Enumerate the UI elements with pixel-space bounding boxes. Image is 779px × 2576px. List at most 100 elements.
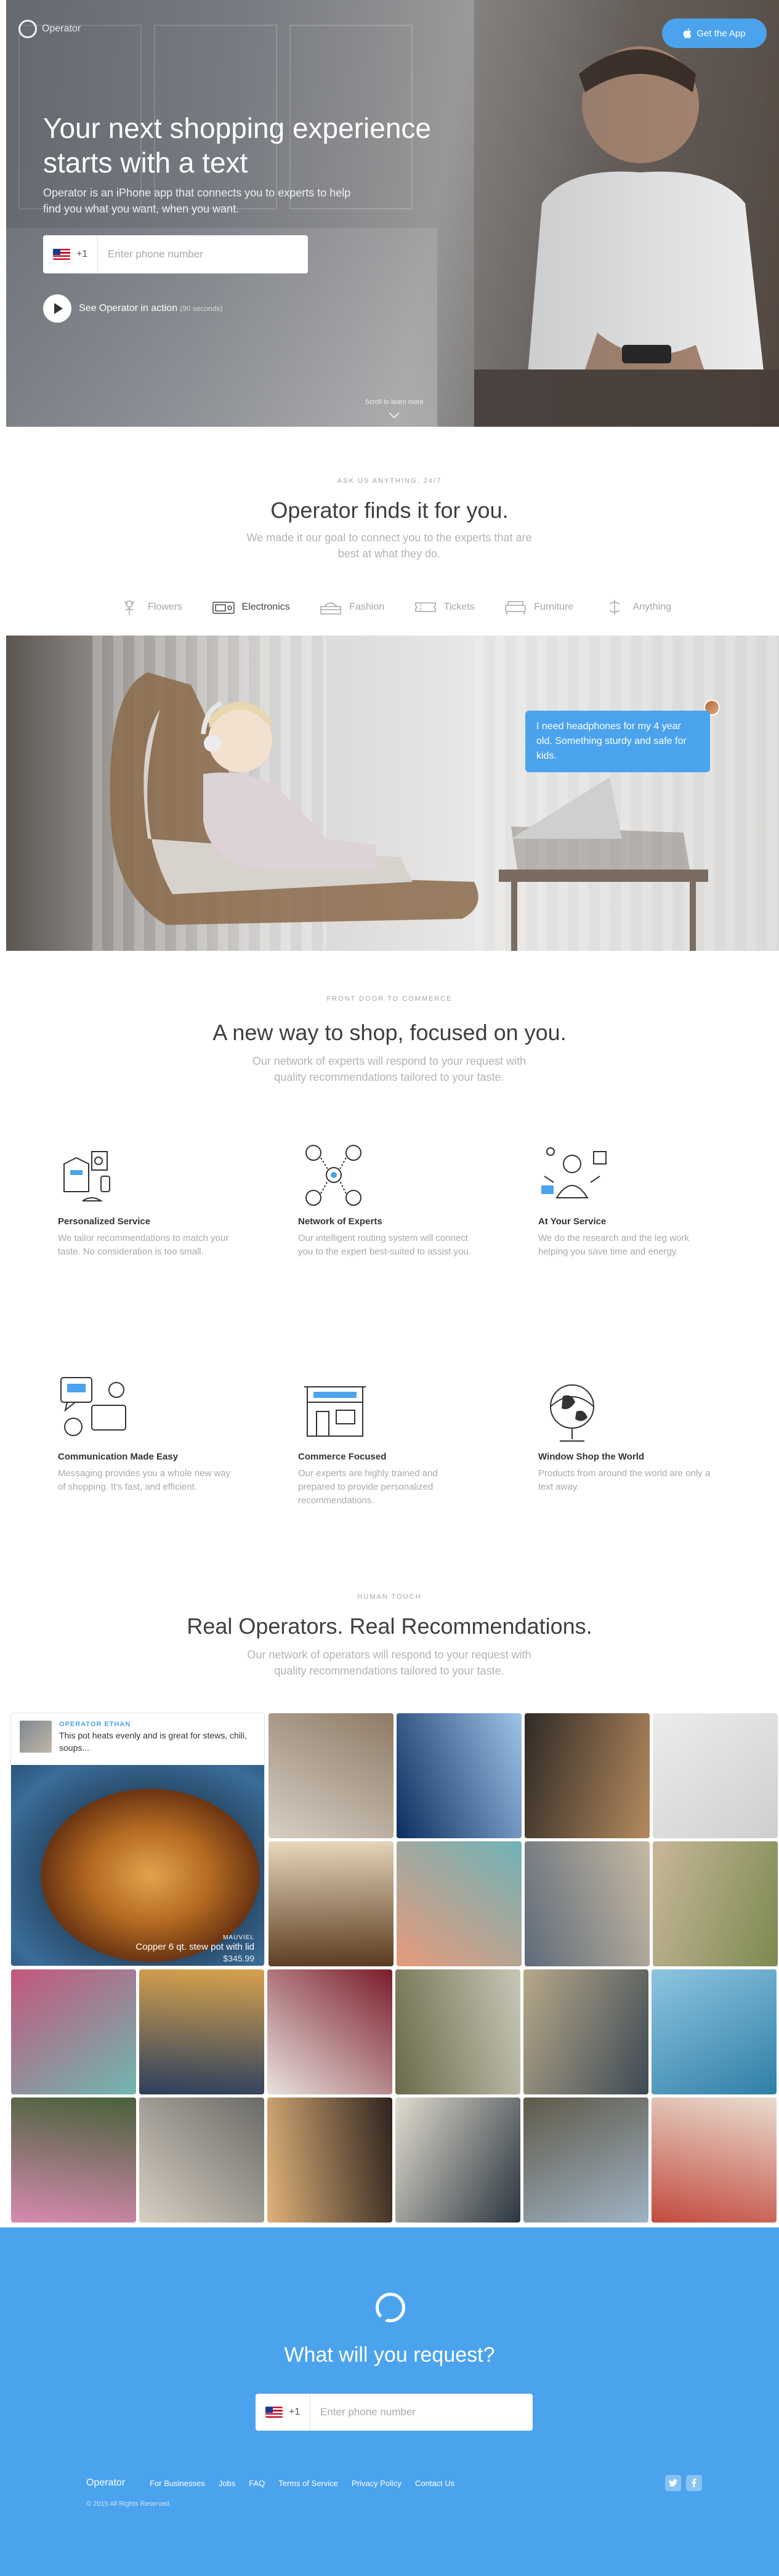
country-code[interactable]: +1 <box>76 249 92 260</box>
gallery-photo-tile[interactable] <box>268 1841 394 1966</box>
gallery-photo-tile[interactable] <box>397 1841 522 1966</box>
top-navigation: Operator Get the App <box>6 0 779 62</box>
operator-logo-icon <box>376 2293 405 2322</box>
gallery-photo-tile[interactable] <box>523 1969 648 2094</box>
feature-title: At Your Service <box>538 1216 607 1227</box>
footer: Operator For Businesses Jobs FAQ Terms o… <box>86 2474 702 2492</box>
gallery-photo-tile[interactable] <box>11 1969 136 2094</box>
at-your-service-icon <box>541 1147 607 1198</box>
footer-brand[interactable]: Operator <box>86 2477 125 2489</box>
get-the-app-button[interactable]: Get the App <box>662 18 767 48</box>
gallery-photo-tile[interactable] <box>267 2098 392 2223</box>
finds-subtitle: We made it our goal to connect you to th… <box>246 531 532 560</box>
hero-phone-input[interactable] <box>108 248 293 260</box>
divider <box>97 235 98 273</box>
gallery-photo-tile[interactable] <box>525 1841 650 1966</box>
features-eyebrow: FRONT DOOR TO COMMERCE <box>326 995 453 1003</box>
us-flag-icon[interactable] <box>265 2407 283 2418</box>
footer-link-faq[interactable]: FAQ <box>249 2479 265 2488</box>
gallery-photo-tile[interactable] <box>523 2098 648 2223</box>
feature-commerce-focused: Commerce Focused Our experts are highly … <box>298 1375 477 1508</box>
tickets-icon <box>414 602 436 612</box>
scroll-hint[interactable]: Scroll to learn more <box>357 398 431 406</box>
gallery-photo-tile[interactable] <box>395 2098 520 2223</box>
feature-communication: Communication Made Easy Messaging provid… <box>58 1375 236 1494</box>
gallery-photo-tile[interactable] <box>268 1713 394 1838</box>
feature-body: Messaging provides you a whole new way o… <box>58 1468 231 1492</box>
electronics-icon <box>212 602 235 614</box>
cta-phone-form[interactable]: +1 <box>256 2394 533 2431</box>
kid-in-chair-illustration <box>110 672 708 951</box>
category-furniture[interactable]: Furniture <box>503 598 573 616</box>
gallery-photo-tile[interactable] <box>652 2098 777 2223</box>
hero-title: Your next shopping experience starts wit… <box>43 112 431 179</box>
fashion-icon <box>320 602 341 615</box>
hero-section: Your next shopping experience starts wit… <box>6 0 779 427</box>
product-brand: MAUVIEL <box>223 1934 254 1941</box>
feature-window-shop-the-world: Window Shop the World Products from arou… <box>538 1375 717 1494</box>
recommendation-header: OPERATOR ETHAN This pot heats evenly and… <box>11 1713 264 1765</box>
gallery-photo-tile[interactable] <box>653 1841 778 1966</box>
feature-title: Network of Experts <box>298 1216 382 1227</box>
cta-title: What will you request? <box>284 2343 495 2367</box>
feature-network-of-experts: Network of Experts Our intelligent routi… <box>298 1139 477 1259</box>
gallery-photo-tile[interactable] <box>395 1969 520 2094</box>
gallery-photo-tile[interactable] <box>139 2098 264 2223</box>
flowers-icon <box>124 600 135 615</box>
gallery-photo-tile[interactable] <box>139 1969 264 2094</box>
copyright: © 2015 All Rights Reserved. <box>86 2500 171 2508</box>
operators-title: Real Operators. Real Recommendations. <box>187 1613 592 1639</box>
cta-phone-input[interactable] <box>320 2406 505 2418</box>
globe-icon <box>550 1384 594 1442</box>
commerce-focused-icon <box>304 1386 366 1437</box>
facebook-icon[interactable] <box>686 2475 702 2491</box>
twitter-icon[interactable] <box>665 2475 681 2491</box>
gallery-photo-tile[interactable] <box>267 1969 392 2094</box>
product-name: Copper 6 qt. stew pot with lid <box>135 1942 254 1952</box>
us-flag-icon[interactable] <box>53 249 70 260</box>
chat-message-bubble: I need headphones for my 4 year old. Som… <box>525 711 710 772</box>
video-duration: (90 seconds) <box>180 304 223 313</box>
footer-link-terms[interactable]: Terms of Service <box>278 2479 338 2488</box>
feature-title: Commerce Focused <box>298 1452 387 1462</box>
category-label: Fashion <box>349 602 385 612</box>
gallery-photo-tile[interactable] <box>397 1713 522 1838</box>
gallery-photo-tile[interactable] <box>653 1713 778 1838</box>
operator-quote: This pot heats evenly and is great for s… <box>59 1730 248 1753</box>
hero-phone-form[interactable]: +1 <box>43 235 308 273</box>
footer-link-contact[interactable]: Contact Us <box>415 2479 454 2488</box>
recommendations-gallery: OPERATOR ETHAN This pot heats evenly and… <box>11 1713 778 2224</box>
operator-logo[interactable]: Operator <box>18 20 81 38</box>
kid-scene-image <box>6 636 779 951</box>
features-subtitle: Our network of experts will respond to y… <box>252 1055 527 1083</box>
page: Your next shopping experience starts wit… <box>0 0 779 2576</box>
communication-icon <box>60 1377 126 1436</box>
video-label[interactable]: See Operator in action (90 seconds) <box>79 303 222 314</box>
category-label: Furniture <box>534 602 574 612</box>
play-icon[interactable] <box>43 294 71 323</box>
category-anything[interactable]: Anything <box>602 598 671 616</box>
gallery-photo-tile[interactable] <box>525 1713 650 1838</box>
watch-video-link[interactable]: See Operator in action (90 seconds) <box>43 294 222 323</box>
category-label: Electronics <box>241 602 290 612</box>
category-fashion[interactable]: Fashion <box>318 598 384 616</box>
social-links <box>665 2475 702 2491</box>
operator-avatar <box>20 1721 52 1753</box>
personalized-service-icon <box>63 1151 110 1201</box>
get-app-label: Get the App <box>696 28 746 39</box>
footer-link-jobs[interactable]: Jobs <box>219 2479 235 2488</box>
operators-eyebrow: HUMAN TOUCH <box>357 1593 422 1601</box>
feature-personalized-service: Personalized Service We tailor recommend… <box>58 1139 236 1259</box>
footer-link-privacy[interactable]: Privacy Policy <box>352 2479 402 2488</box>
gallery-photo-tile[interactable] <box>11 2098 136 2223</box>
category-tickets[interactable]: Tickets <box>413 598 475 616</box>
country-code[interactable]: +1 <box>289 2407 305 2418</box>
footer-link-for-businesses[interactable]: For Businesses <box>150 2479 205 2488</box>
logo-text: Operator <box>42 23 81 34</box>
feature-body: We tailor recommendations to match your … <box>58 1233 229 1257</box>
recommendation-card[interactable]: OPERATOR ETHAN This pot heats evenly and… <box>11 1713 264 1966</box>
category-electronics[interactable]: Electronics <box>211 598 290 616</box>
category-flowers[interactable]: Flowers <box>117 598 182 616</box>
gallery-photo-tile[interactable] <box>652 1969 777 2094</box>
feature-title: Communication Made Easy <box>58 1452 179 1462</box>
